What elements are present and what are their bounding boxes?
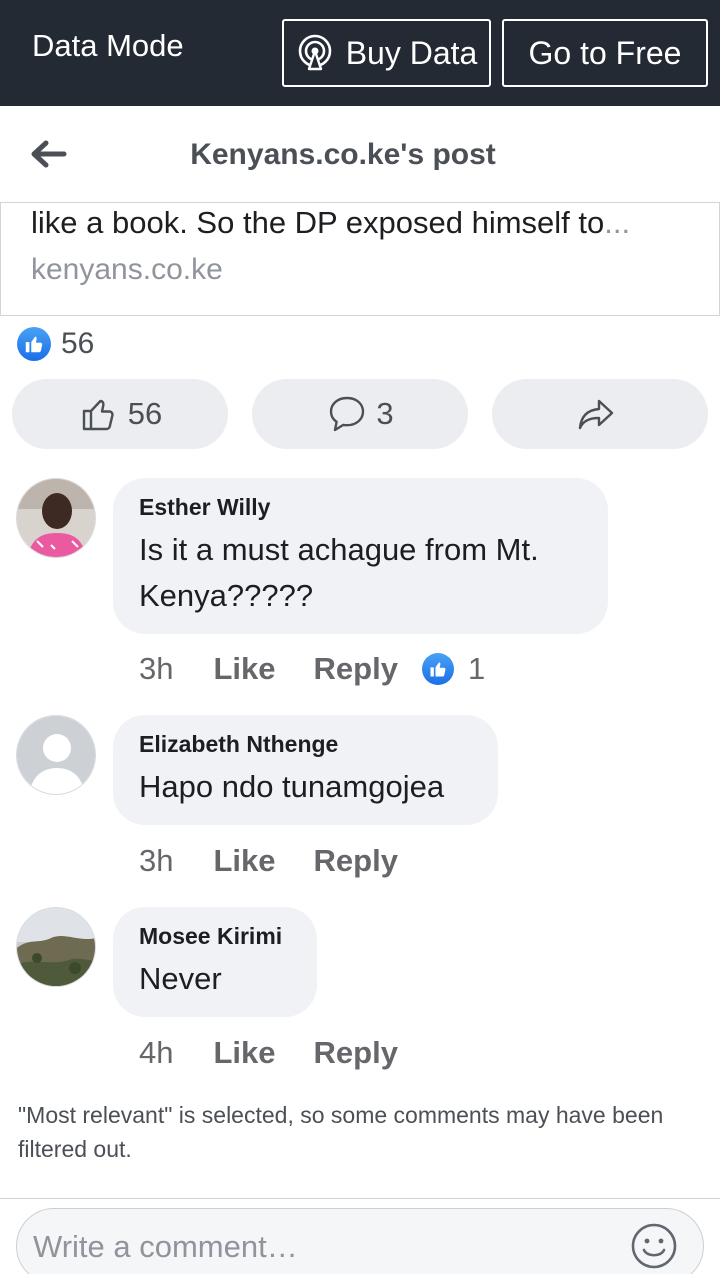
preview-ellipsis: ... bbox=[604, 205, 631, 240]
share-arrow-icon bbox=[578, 399, 614, 430]
comment-actions: 3h Like Reply bbox=[139, 841, 436, 881]
like-reaction-icon bbox=[17, 327, 51, 361]
go-to-free-label: Go to Free bbox=[528, 34, 682, 71]
preview-snippet-text: like a book. So the DP exposed himself t… bbox=[31, 205, 605, 240]
comment-bubble[interactable]: Esther Willy Is it a must achague from M… bbox=[113, 478, 608, 634]
go-to-free-button[interactable]: Go to Free bbox=[502, 19, 708, 87]
data-mode-bar: Data Mode Buy Data Go to Free bbox=[0, 0, 720, 106]
like-button[interactable]: 56 bbox=[12, 379, 228, 449]
comment-reply-button[interactable]: Reply bbox=[314, 651, 398, 687]
avatar[interactable] bbox=[16, 478, 96, 558]
comment-reaction-number: 1 bbox=[467, 651, 486, 686]
comment-text: Never bbox=[139, 961, 222, 996]
comment-author[interactable]: Mosee Kirimi bbox=[139, 923, 291, 950]
reaction-summary[interactable]: 56 bbox=[17, 326, 94, 362]
comment-author[interactable]: Esther Willy bbox=[139, 494, 582, 521]
comment-text: Hapo ndo tunamgojea bbox=[139, 769, 445, 804]
data-mode-label: Data Mode bbox=[32, 28, 184, 63]
comment-reaction-count[interactable]: 1 bbox=[421, 651, 486, 687]
smiley-icon[interactable] bbox=[629, 1221, 679, 1271]
comment-bubble[interactable]: Elizabeth Nthenge Hapo ndo tunamgojea bbox=[113, 715, 498, 825]
profile-photo bbox=[17, 479, 95, 557]
page-title-text: Kenyans.co.ke's post bbox=[190, 138, 496, 171]
comment-time: 4h bbox=[139, 1035, 174, 1070]
thumbs-up-icon bbox=[25, 336, 43, 353]
comment-time: 3h bbox=[139, 651, 174, 686]
divider bbox=[0, 1198, 720, 1199]
like-count: 56 bbox=[127, 396, 163, 431]
default-avatar-icon bbox=[17, 716, 95, 794]
comment-reply-button[interactable]: Reply bbox=[314, 843, 398, 879]
avatar[interactable] bbox=[16, 907, 96, 987]
comment-bubble[interactable]: Mosee Kirimi Never bbox=[113, 907, 317, 1017]
comment-like-button[interactable]: Like bbox=[213, 651, 275, 687]
preview-snippet: like a book. So the DP exposed himself t… bbox=[31, 205, 630, 241]
thumbs-up-icon bbox=[82, 399, 114, 431]
like-reaction-icon bbox=[421, 653, 454, 685]
profile-photo bbox=[17, 908, 95, 986]
buy-data-label: Buy Data bbox=[345, 34, 478, 71]
avatar[interactable] bbox=[16, 715, 96, 795]
comment-button[interactable]: 3 bbox=[252, 379, 468, 449]
page-title: Kenyans.co.ke's post bbox=[0, 138, 686, 172]
comment-time: 3h bbox=[139, 843, 174, 878]
comment-count: 3 bbox=[376, 396, 394, 431]
comment-like-button[interactable]: Like bbox=[213, 1035, 275, 1071]
broadcast-icon bbox=[298, 34, 331, 71]
comment-actions: 4h Like Reply bbox=[139, 1033, 436, 1073]
comment-author[interactable]: Elizabeth Nthenge bbox=[139, 731, 472, 758]
preview-domain: kenyans.co.ke bbox=[31, 253, 223, 286]
comment-composer[interactable] bbox=[16, 1208, 704, 1274]
comment-input[interactable] bbox=[33, 1223, 613, 1271]
link-preview-card[interactable]: like a book. So the DP exposed himself t… bbox=[0, 202, 720, 316]
comment-actions: 3h Like Reply 1 bbox=[139, 649, 485, 689]
filter-note: "Most relevant" is selected, so some com… bbox=[18, 1102, 664, 1162]
comment-text-line2: Kenya????? bbox=[139, 578, 314, 613]
speech-bubble-icon bbox=[330, 396, 365, 432]
comment-text-line1: Is it a must achague from Mt. bbox=[139, 532, 539, 567]
buy-data-button[interactable]: Buy Data bbox=[282, 19, 491, 87]
comment-like-button[interactable]: Like bbox=[213, 843, 275, 879]
reaction-count: 56 bbox=[61, 327, 95, 360]
thumbs-up-icon bbox=[430, 662, 446, 677]
share-button[interactable] bbox=[492, 379, 708, 449]
comment-reply-button[interactable]: Reply bbox=[314, 1035, 398, 1071]
post-header: Kenyans.co.ke's post bbox=[0, 106, 720, 202]
